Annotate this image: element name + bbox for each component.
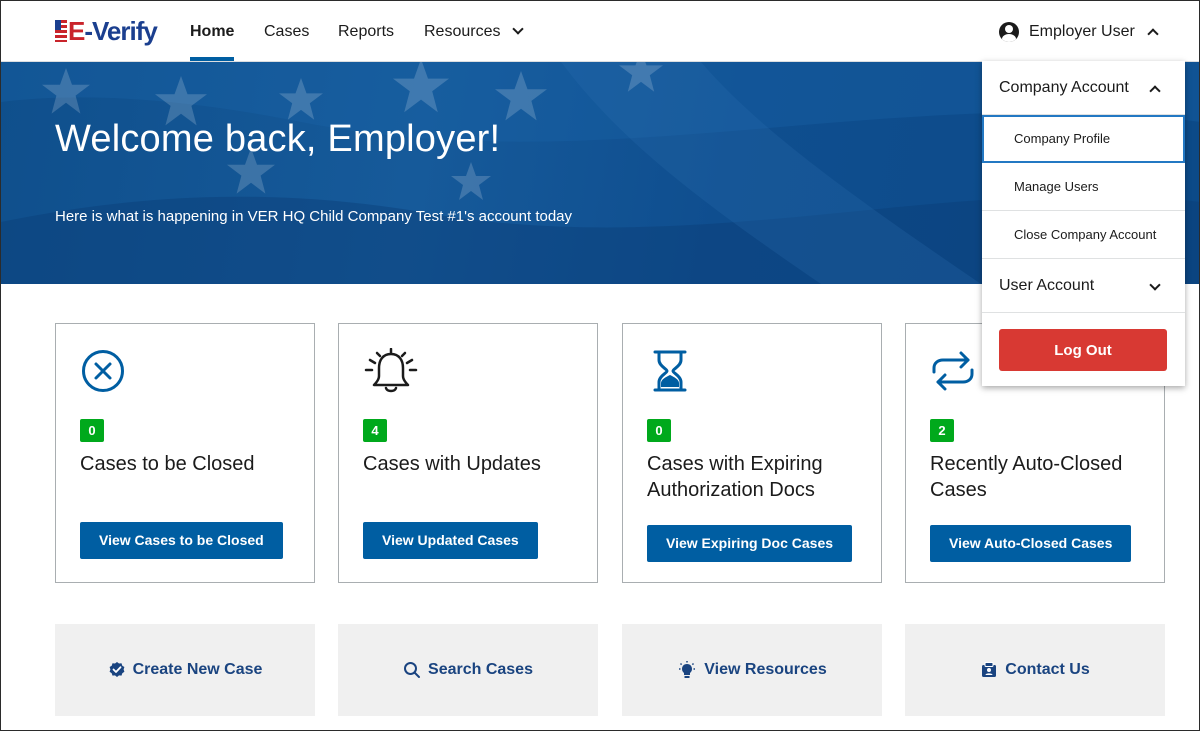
app-frame: E-Verify Home Cases Reports Resources Em… [0,0,1200,731]
nav-reports[interactable]: Reports [338,1,394,62]
view-resources-link[interactable]: View Resources [622,624,882,716]
create-new-case-link[interactable]: Create New Case [55,624,315,716]
loop-arrows-icon [932,351,974,391]
search-icon [404,662,421,678]
flag-icon [55,20,67,42]
view-expiring-doc-cases-button[interactable]: View Expiring Doc Cases [647,525,853,562]
chevron-down-icon [512,23,525,35]
nav-resources[interactable]: Resources [424,1,525,62]
count-badge: 0 [80,419,104,442]
badge-check-icon [109,662,124,677]
nav-resources-label: Resources [424,23,501,40]
close-company-account-link[interactable]: Close Company Account [982,211,1185,259]
company-profile-link[interactable]: Company Profile [982,115,1185,163]
search-cases-link[interactable]: Search Cases [338,624,598,716]
count-badge: 0 [647,419,671,442]
view-cases-to-be-closed-button[interactable]: View Cases to be Closed [80,522,283,559]
company-account-toggle[interactable]: Company Account [982,61,1185,115]
lightbulb-icon [679,661,696,678]
welcome-subtitle: Here is what is happening in VER HQ Chil… [55,208,573,225]
quick-link-label: Create New Case [132,661,263,678]
user-name: Employer User [1029,23,1135,40]
card-title: Cases to be Closed [80,453,255,475]
card-title: Recently Auto-Closed Cases [930,453,1123,501]
hourglass-icon [653,350,687,392]
manage-users-link[interactable]: Manage Users [982,163,1185,211]
card-cases-to-be-closed: 0 Cases to be Closed View Cases to be Cl… [55,323,315,583]
x-circle-icon [82,350,124,392]
e-verify-logo[interactable]: E-Verify [55,17,163,45]
count-badge: 4 [363,419,387,442]
card-title: Cases with Updates [363,453,541,475]
contact-us-link[interactable]: Contact Us [905,624,1165,716]
quick-link-label: Search Cases [428,661,533,678]
user-account-toggle[interactable]: User Account [982,259,1185,313]
log-out-button[interactable]: Log Out [999,329,1167,371]
view-updated-cases-button[interactable]: View Updated Cases [363,522,538,559]
card-cases-with-updates: 4 Cases with Updates View Updated Cases [338,323,598,583]
top-navbar: E-Verify Home Cases Reports Resources Em… [1,1,1199,62]
logo-text: E-Verify [68,16,158,46]
contact-card-icon [982,662,997,677]
chevron-up-icon [1147,27,1159,40]
card-title: Cases with Expiring Authorization Docs [647,453,823,501]
user-account-label: User Account [999,277,1095,294]
count-badge: 2 [930,419,954,442]
quick-link-label: View Resources [704,661,827,678]
company-account-label: Company Account [999,79,1129,96]
view-auto-closed-cases-button[interactable]: View Auto-Closed Cases [930,525,1132,562]
welcome-title: Welcome back, Employer! [55,118,501,160]
user-avatar-icon [999,21,1019,42]
nav-home[interactable]: Home [190,1,234,62]
user-dropdown-menu: Company Account Company Profile Manage U… [982,61,1185,386]
quick-link-label: Contact Us [1005,661,1090,678]
card-expiring-authorization-docs: 0 Cases with Expiring Authorization Docs… [622,323,882,583]
chevron-up-icon [1149,85,1161,97]
bell-icon [364,348,418,393]
user-menu-toggle[interactable]: Employer User [999,1,1159,62]
chevron-down-icon [1149,279,1161,291]
nav-cases[interactable]: Cases [264,1,309,62]
